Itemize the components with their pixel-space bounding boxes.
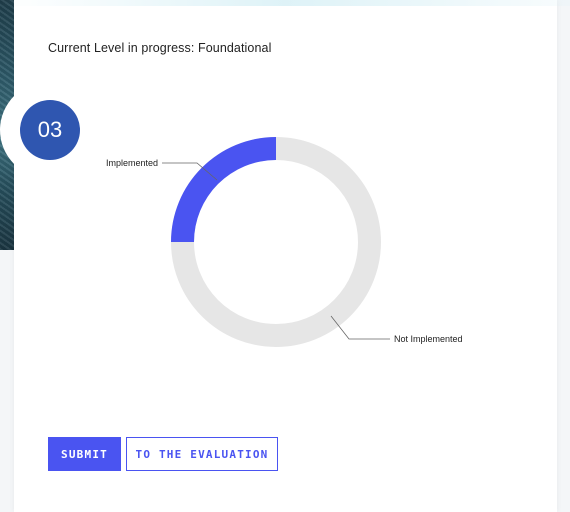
label-implemented: Implemented	[106, 158, 158, 168]
label-not-implemented: Not Implemented	[394, 334, 463, 344]
to-evaluation-button[interactable]: TO THE EVALUATION	[126, 437, 278, 471]
implementation-donut-chart: Implemented Not Implemented	[106, 137, 463, 347]
submit-button[interactable]: SUBMIT	[48, 437, 121, 471]
donut-segment-implemented	[171, 137, 276, 242]
evaluation-page: Current Level in progress: Foundational …	[0, 0, 570, 512]
to-evaluation-button-label: TO THE EVALUATION	[135, 447, 269, 461]
submit-button-label: SUBMIT	[61, 447, 108, 461]
